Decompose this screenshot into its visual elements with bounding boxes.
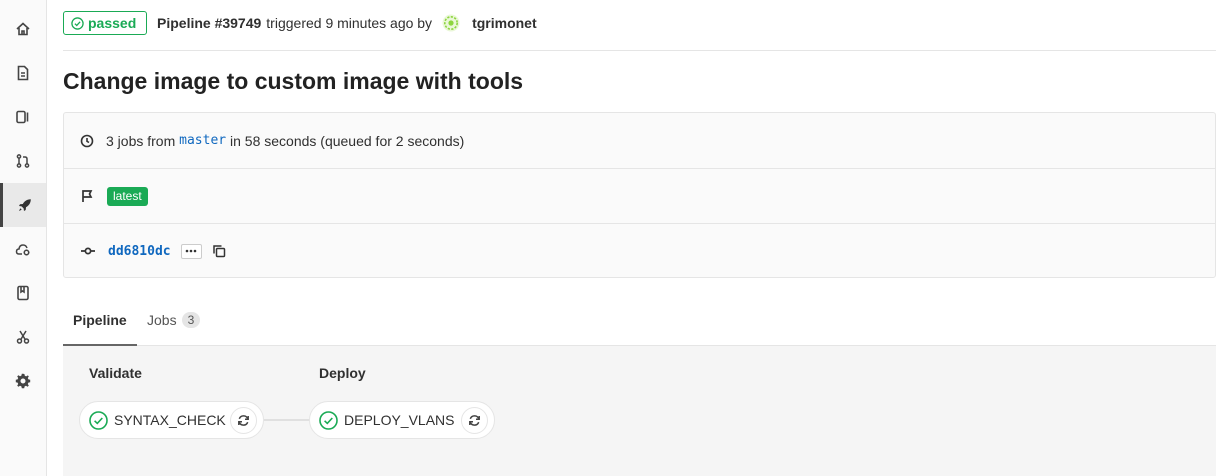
merge-request-icon <box>16 154 30 168</box>
stage-title-validate: Validate <box>89 365 142 381</box>
home-icon <box>16 22 30 36</box>
pipeline-meta: Pipeline #39749 triggered 9 minutes ago … <box>157 14 537 32</box>
jobs-count-badge: 3 <box>181 312 201 328</box>
job-deploy-vlans[interactable]: DEPLOY_VLANS <box>309 401 495 439</box>
snippet-icon <box>16 330 30 344</box>
job-name: DEPLOY_VLANS <box>344 412 455 428</box>
copy-sha-button[interactable] <box>212 244 226 258</box>
commit-row: dd6810dc <box>64 223 1215 278</box>
page-title: Change image to custom image with tools <box>63 68 524 94</box>
status-success-icon <box>319 410 338 430</box>
stage-connector <box>264 419 310 421</box>
issues-icon <box>16 110 29 124</box>
pipeline-tabs: Pipeline Jobs 3 <box>63 295 1216 346</box>
status-success-icon <box>89 410 108 430</box>
jobs-summary-row: 3 jobs from master in 58 seconds (queued… <box>64 113 1215 168</box>
sidebar-item-merge-requests[interactable] <box>0 139 46 183</box>
status-success-icon <box>71 16 84 30</box>
toggle-commit-description-button[interactable] <box>180 243 202 259</box>
flag-icon <box>82 190 93 202</box>
pipeline-info-box: 3 jobs from master in 58 seconds (queued… <box>63 112 1216 278</box>
tab-pipeline-label: Pipeline <box>73 311 127 328</box>
sidebar-item-issues[interactable] <box>0 95 46 139</box>
sidebar-item-settings[interactable] <box>0 359 46 403</box>
sidebar-item-home[interactable] <box>0 7 46 51</box>
tab-jobs-label: Jobs <box>147 312 177 328</box>
status-label: passed <box>88 15 137 31</box>
sidebar-item-ci-cd[interactable] <box>0 183 46 227</box>
status-badge[interactable]: passed <box>63 11 148 35</box>
branch-link[interactable]: master <box>179 133 226 148</box>
sidebar-item-snippets[interactable] <box>0 315 46 359</box>
pipeline-header: passed Pipeline #39749 triggered 9 minut… <box>63 0 1216 51</box>
copy-icon <box>212 245 225 258</box>
avatar[interactable] <box>442 14 460 32</box>
pipeline-id: Pipeline #39749 <box>157 15 262 31</box>
commit-icon <box>81 247 95 255</box>
clock-icon <box>80 134 94 147</box>
operations-icon <box>15 244 30 256</box>
retry-icon <box>238 415 249 426</box>
tab-pipeline[interactable]: Pipeline <box>63 295 137 346</box>
triggered-text: triggered 9 minutes ago by <box>266 15 433 31</box>
sidebar <box>0 0 47 476</box>
badges-row: latest <box>64 168 1215 223</box>
stage-title-deploy: Deploy <box>319 365 366 381</box>
sidebar-item-wiki[interactable] <box>0 271 46 315</box>
jobs-duration: in 58 seconds (queued for 2 seconds) <box>230 132 465 149</box>
tab-jobs[interactable]: Jobs 3 <box>147 295 201 345</box>
retry-job-button[interactable] <box>230 407 257 434</box>
settings-icon <box>15 373 31 389</box>
sidebar-item-repository[interactable] <box>0 51 46 95</box>
pipeline-graph: Validate Deploy SYNTAX_CHECK DEPLOY_VLAN… <box>63 346 1216 476</box>
job-syntax-check[interactable]: SYNTAX_CHECK <box>79 401 264 439</box>
commit-sha-link[interactable]: dd6810dc <box>108 244 171 259</box>
retry-icon <box>469 415 480 426</box>
sidebar-item-operations[interactable] <box>0 227 46 271</box>
book-icon <box>17 285 29 301</box>
jobs-prefix: 3 jobs from <box>106 132 176 149</box>
file-icon <box>17 65 29 81</box>
ellipsis-icon <box>185 249 197 253</box>
latest-badge: latest <box>107 186 148 206</box>
retry-job-button[interactable] <box>461 407 488 434</box>
author-link[interactable]: tgrimonet <box>472 15 537 31</box>
rocket-icon <box>18 199 31 211</box>
job-name: SYNTAX_CHECK <box>114 412 226 428</box>
